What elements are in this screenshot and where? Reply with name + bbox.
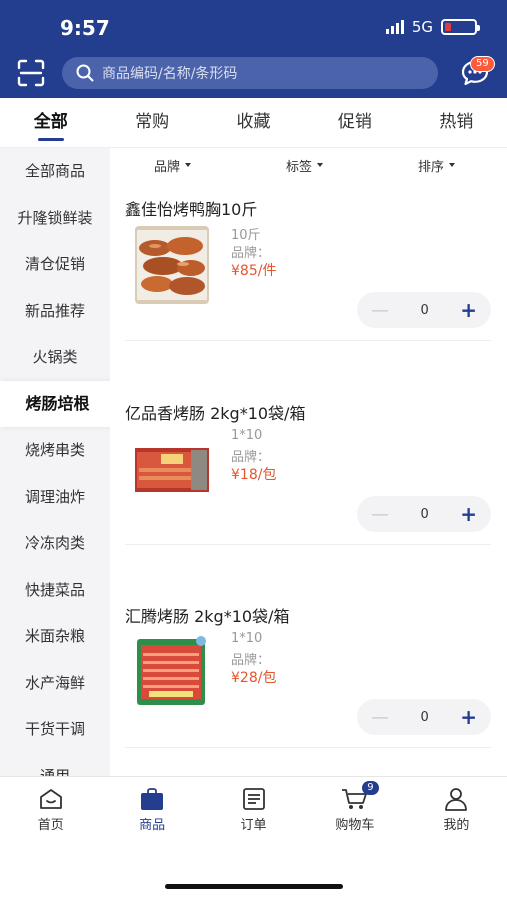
product-name: 亿品香烤肠 2kg*10袋/箱 [125,404,306,423]
price-unit: /件 [257,263,277,279]
nav-profile-label: 我的 [443,818,470,833]
product-price: ¥18/包 [231,464,276,484]
sidebar-item-grains[interactable]: 米面杂粮 [0,613,110,660]
tab-frequent[interactable]: 常购 [101,98,202,147]
nav-home-label: 首页 [37,818,64,833]
quantity-stepper: — 0 + [357,292,491,328]
tab-promotions[interactable]: 促销 [304,98,405,147]
price-unit: /包 [257,670,277,686]
price-value: ¥28 [231,670,258,686]
sidebar-item-quick-dishes[interactable]: 快捷菜品 [0,567,110,614]
nav-profile[interactable]: 我的 [406,777,507,840]
order-list-icon [242,788,265,810]
sidebar-item-all-products[interactable]: 全部商品 [0,148,110,195]
caret-down-icon [317,163,324,167]
nav-cart-label: 购物车 [335,818,375,833]
product-image [135,633,209,711]
plus-icon[interactable]: + [460,502,477,526]
sidebar-item-clearance[interactable]: 清仓促销 [0,241,110,288]
category-sidebar: 全部商品 升隆锁鲜装 清仓促销 新品推荐 火锅类 烤肠培根 烧烤串类 调理油炸 … [0,148,110,776]
plus-icon[interactable]: + [460,298,477,322]
sidebar-item-sausage-bacon[interactable]: 烤肠培根 [0,380,110,427]
sidebar-item-seafood[interactable]: 水产海鲜 [0,660,110,707]
product-item[interactable]: 亿品香烤肠 2kg*10袋/箱 1*10 品牌： ¥18/包 — 0 + [125,400,491,590]
quantity-value[interactable]: 0 [420,507,428,522]
product-spec: 10斤 [231,228,261,243]
sort-filter[interactable]: 排序 [418,156,456,175]
price-value: ¥18 [231,467,258,483]
brand-filter[interactable]: 品牌 [154,156,192,175]
quantity-stepper: — 0 + [357,496,491,532]
home-icon [39,789,62,809]
app-header: 9:57 5G 商品编码/名称/条形码 59 [0,0,507,98]
sidebar-item-dry-goods[interactable]: 干货干调 [0,706,110,753]
sidebar-item-fresh-pack[interactable]: 升隆锁鲜装 [0,195,110,242]
sidebar-item-frozen-meat[interactable]: 冷冻肉类 [0,520,110,567]
network-label: 5G [411,18,433,36]
sidebar-item-fried[interactable]: 调理油炸 [0,474,110,521]
nav-home[interactable]: 首页 [0,777,101,840]
product-brand: 品牌： [231,653,271,668]
search-placeholder: 商品编码/名称/条形码 [102,66,238,82]
home-indicator[interactable] [165,884,343,889]
product-image [135,226,209,304]
caret-down-icon [449,163,456,167]
product-item[interactable]: 汇腾烤肠 2kg*10袋/箱 1*10 品牌： ¥28/包 — 0 + [125,603,491,793]
product-spec: 1*10 [231,631,263,646]
tag-filter[interactable]: 标签 [286,156,324,175]
product-price: ¥85/件 [231,260,276,280]
nav-orders-label: 订单 [240,818,267,833]
tab-all[interactable]: 全部 [0,98,101,147]
minus-icon[interactable]: — [371,707,389,728]
nav-products-label: 商品 [139,818,166,833]
nav-orders[interactable]: 订单 [203,777,304,840]
sidebar-item-general[interactable]: 通用 [0,753,110,777]
status-bar-right: 5G [385,18,480,36]
bottom-nav: 首页 商品 订单 9 购物车 我的 [0,776,507,840]
caret-down-icon [185,163,192,167]
quantity-value[interactable]: 0 [420,710,428,725]
product-image [135,430,209,510]
search-input[interactable]: 商品编码/名称/条形码 [62,57,438,89]
user-icon [445,788,468,811]
product-price: ¥28/包 [231,667,276,687]
minus-icon[interactable]: — [371,300,389,321]
category-tabs: 全部 常购 收藏 促销 热销 [0,98,507,148]
sidebar-item-new[interactable]: 新品推荐 [0,288,110,335]
plus-icon[interactable]: + [460,705,477,729]
sidebar-item-bbq-skewers[interactable]: 烧烤串类 [0,427,110,474]
filter-bar: 品牌 标签 排序 [110,148,507,182]
sidebar-item-hotpot[interactable]: 火锅类 [0,334,110,381]
signal-icon [385,20,404,34]
product-brand: 品牌： [231,450,271,465]
battery-icon [441,19,480,35]
product-name: 汇腾烤肠 2kg*10袋/箱 [125,607,290,626]
nav-products[interactable]: 商品 [101,777,202,840]
cart-badge: 9 [362,781,379,795]
divider [125,544,491,545]
shopping-bag-icon [141,788,164,810]
quantity-stepper: — 0 + [357,699,491,735]
divider [125,340,491,341]
tab-favorites[interactable]: 收藏 [203,98,304,147]
brand-filter-label: 品牌 [154,159,181,175]
message-badge: 59 [470,56,495,72]
search-icon [76,64,94,82]
price-unit: /包 [257,467,277,483]
price-value: ¥85 [231,263,258,279]
product-brand: 品牌： [231,246,271,261]
nav-cart[interactable]: 9 购物车 [304,777,405,840]
minus-icon[interactable]: — [371,504,389,525]
product-spec: 1*10 [231,428,263,443]
scan-icon[interactable] [16,58,46,88]
tag-filter-label: 标签 [286,159,313,175]
quantity-value[interactable]: 0 [420,303,428,318]
sort-filter-label: 排序 [418,159,445,175]
tab-hot[interactable]: 热销 [406,98,507,147]
product-name: 鑫佳怡烤鸭胸10斤 [125,200,258,219]
status-time: 9:57 [60,16,110,40]
divider [125,747,491,748]
product-item[interactable]: 鑫佳怡烤鸭胸10斤 10斤 品牌： ¥85/件 — 0 + [125,196,491,386]
